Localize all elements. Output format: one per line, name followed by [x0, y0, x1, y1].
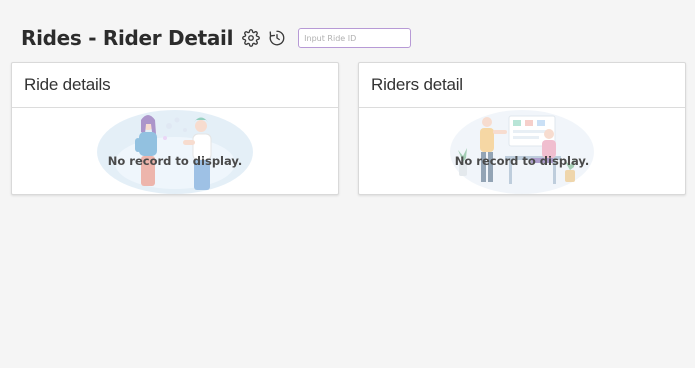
ride-details-panel: Ride details No record to display. [11, 62, 339, 195]
panel-header: Riders detail [359, 63, 685, 108]
panel-header: Ride details [12, 63, 338, 108]
empty-state-message: No record to display. [107, 154, 243, 168]
history-button[interactable] [266, 27, 288, 49]
panel-body: No record to display. [12, 108, 338, 195]
office-meeting-illustration [450, 110, 594, 194]
history-clock-icon [269, 30, 285, 46]
riders-detail-panel: Riders detail No record to display. [358, 62, 686, 195]
panel-body: No record to display. [359, 108, 685, 195]
empty-state-message: No record to display. [454, 154, 590, 168]
settings-button[interactable] [240, 27, 262, 49]
gear-icon [242, 29, 261, 47]
page-header: Rides - Rider Detail [21, 24, 412, 52]
two-people-talking-illustration [97, 110, 253, 194]
panel-title: Ride details [24, 75, 111, 94]
page-title: Rides - Rider Detail [21, 26, 234, 50]
panel-title: Riders detail [371, 75, 463, 94]
ride-id-input[interactable] [298, 28, 412, 48]
